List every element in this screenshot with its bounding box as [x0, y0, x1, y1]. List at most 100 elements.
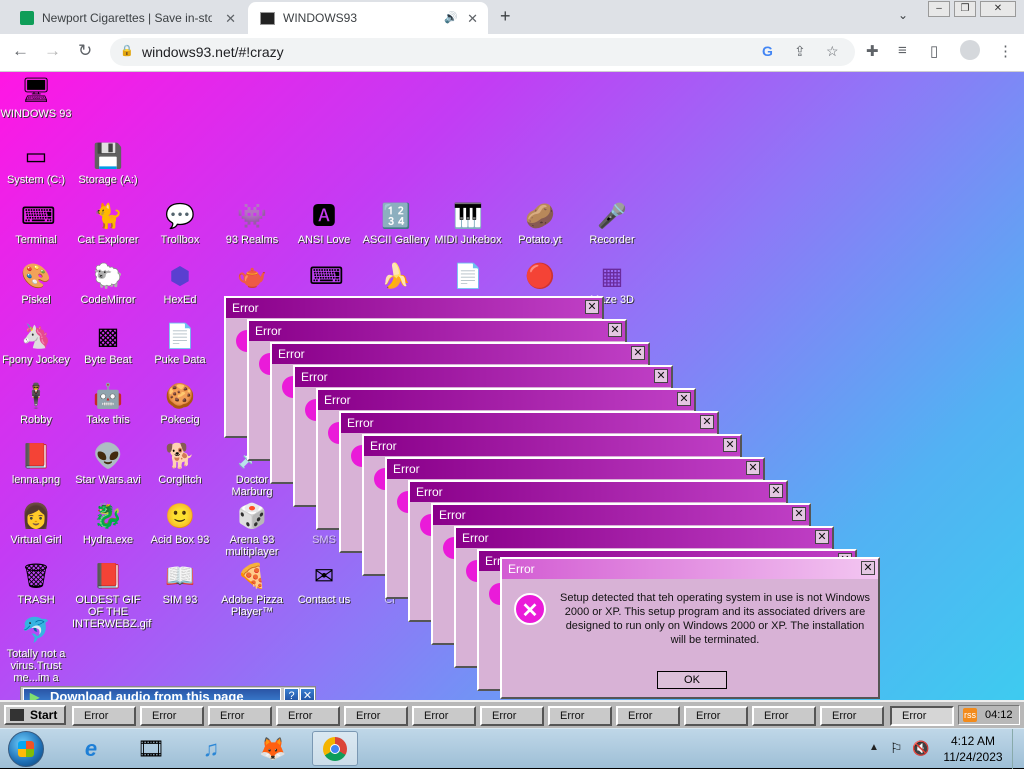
- speaker-icon[interactable]: 🔊: [444, 11, 458, 24]
- internet-explorer-icon[interactable]: e: [68, 731, 114, 766]
- desktop-icon-lenna[interactable]: 📕 lenna.png: [0, 442, 72, 486]
- desktop-icon-recorder[interactable]: 🎤 Recorder: [576, 202, 648, 246]
- error-titlebar[interactable]: Error✕: [341, 413, 717, 433]
- desktop-icon-piskel[interactable]: 🎨 Piskel: [0, 262, 72, 306]
- google-icon[interactable]: G: [762, 43, 773, 59]
- desktop-icon-robby[interactable]: 🕴 Robby: [0, 382, 72, 426]
- itunes-icon[interactable]: ♫: [188, 731, 234, 766]
- error-titlebar[interactable]: Error✕: [502, 559, 878, 579]
- extensions-icon[interactable]: ✚: [866, 42, 879, 60]
- desktop-icon-contact-us[interactable]: ✉ Contact us: [288, 562, 360, 606]
- bookmark-star-icon[interactable]: ☆: [826, 43, 839, 60]
- close-icon[interactable]: ✕: [815, 530, 829, 544]
- error-titlebar[interactable]: Error✕: [318, 390, 694, 410]
- error-titlebar[interactable]: Error✕: [410, 482, 786, 502]
- taskbar-error-button[interactable]: Error: [752, 706, 816, 726]
- desktop-icon-document[interactable]: 📄: [432, 262, 504, 294]
- taskbar-error-button[interactable]: Error: [276, 706, 340, 726]
- media-control-icon[interactable]: ≡: [898, 42, 907, 59]
- taskbar-error-button[interactable]: Error: [548, 706, 612, 726]
- close-window-button[interactable]: ✕: [980, 1, 1016, 17]
- desktop-icon-storage-a[interactable]: 💾 Storage (A:): [72, 142, 144, 186]
- close-icon[interactable]: ✕: [746, 461, 760, 475]
- desktop-icon-teapot[interactable]: 🫖: [216, 262, 288, 294]
- error-titlebar[interactable]: Error✕: [272, 344, 648, 364]
- desktop-icon-93-realms[interactable]: 👾 93 Realms: [216, 202, 288, 246]
- desktop-icon-system-c[interactable]: ▭ System (C:): [0, 142, 72, 186]
- tab-newport[interactable]: Newport Cigarettes | Save in-sto ✕: [8, 2, 246, 34]
- show-desktop-button[interactable]: [1012, 729, 1024, 769]
- taskbar-error-button[interactable]: Error: [480, 706, 544, 726]
- minimize-button[interactable]: –: [928, 1, 950, 17]
- desktop-icon-banana[interactable]: 🍌: [360, 262, 432, 294]
- close-icon[interactable]: ✕: [700, 415, 714, 429]
- desktop-icon-virtual-girl[interactable]: 👩 Virtual Girl: [0, 502, 72, 546]
- start-button[interactable]: Start: [4, 705, 66, 725]
- close-icon[interactable]: ✕: [861, 561, 875, 575]
- taskbar-error-button[interactable]: Error: [72, 706, 136, 726]
- desktop-icon-corglitch[interactable]: 🐕 Corglitch: [144, 442, 216, 486]
- desktop-icon-adobe-pizza[interactable]: 🍕 Adobe Pizza Player™: [216, 562, 288, 618]
- chrome-icon[interactable]: [312, 731, 358, 766]
- desktop-icon-keyboard[interactable]: ⌨: [288, 262, 360, 294]
- close-icon[interactable]: ✕: [723, 438, 737, 452]
- close-icon[interactable]: ✕: [792, 507, 806, 521]
- close-icon[interactable]: ✕: [585, 300, 599, 314]
- desktop-icon-oldest-gif[interactable]: 📕 OLDEST GIF OF THE INTERWEBZ.gif: [72, 562, 151, 630]
- close-icon[interactable]: ✕: [769, 484, 783, 498]
- desktop-icon-byte-beat[interactable]: ▩ Byte Beat: [72, 322, 144, 366]
- taskbar-error-button[interactable]: Error: [820, 706, 884, 726]
- desktop-icon-trollbox[interactable]: 💬 Trollbox: [144, 202, 216, 246]
- desktop-icon-cat-explorer[interactable]: 🐈 Cat Explorer: [72, 202, 144, 246]
- menu-kebab-icon[interactable]: ⋮: [998, 42, 1013, 60]
- side-panel-icon[interactable]: ▯: [930, 42, 938, 60]
- firefox-icon[interactable]: 🦊: [250, 731, 296, 766]
- desktop-icon-take-this[interactable]: 🤖 Take this: [72, 382, 144, 426]
- tab-close-icon[interactable]: ✕: [225, 11, 236, 27]
- taskbar-error-button[interactable]: Error: [208, 706, 272, 726]
- maximize-button[interactable]: ❐: [954, 1, 976, 17]
- desktop-icon-windows93[interactable]: 🖥 WINDOWS 93: [0, 76, 72, 120]
- show-hidden-icons-icon[interactable]: ▲: [869, 742, 879, 753]
- taskbar-error-button[interactable]: Error: [412, 706, 476, 726]
- desktop-icon-acid-box[interactable]: 🙂 Acid Box 93: [144, 502, 216, 546]
- forward-button[interactable]: →: [44, 41, 61, 61]
- desktop-icon-midi-jukebox[interactable]: 🎹 MIDI Jukebox: [432, 202, 504, 246]
- lock-icon[interactable]: 🔒: [120, 44, 134, 57]
- media-center-icon[interactable]: 🎞: [128, 731, 174, 766]
- taskbar-error-button[interactable]: Error: [140, 706, 204, 726]
- desktop-icon-trash[interactable]: 🗑 TRASH: [0, 562, 72, 606]
- taskbar-error-button-active[interactable]: Error: [890, 706, 954, 726]
- desktop-icon-totally-not-a-virus[interactable]: 🐬 Totally not a virus.Trust me...im a: [0, 616, 72, 684]
- tab-close-icon[interactable]: ✕: [467, 11, 478, 27]
- error-titlebar[interactable]: Error✕: [456, 528, 832, 548]
- reload-button[interactable]: ↻: [78, 41, 92, 61]
- windows-start-orb[interactable]: [8, 731, 44, 767]
- close-icon[interactable]: ✕: [608, 323, 622, 337]
- taskbar-error-button[interactable]: Error: [616, 706, 680, 726]
- close-icon[interactable]: ✕: [677, 392, 691, 406]
- taskbar-error-button[interactable]: Error: [344, 706, 408, 726]
- address-bar[interactable]: 🔒 windows93.net/#!crazy G ⇪ ☆: [110, 38, 855, 66]
- desktop-icon-pokecig[interactable]: 🍪 Pokecig: [144, 382, 216, 426]
- close-icon[interactable]: ✕: [654, 369, 668, 383]
- desktop-icon-fpony-jockey[interactable]: 🦄 Fpony Jockey: [0, 322, 72, 366]
- desktop-icon-codemirror[interactable]: 🐑 CodeMirror: [72, 262, 144, 306]
- share-icon[interactable]: ⇪: [794, 43, 806, 60]
- ok-button[interactable]: OK: [657, 671, 727, 689]
- desktop-icon-ansi-love[interactable]: 🅰 ANSI Love: [288, 202, 360, 246]
- error-titlebar[interactable]: Error✕: [295, 367, 671, 387]
- tab-search-icon[interactable]: ⌄: [898, 8, 908, 22]
- error-titlebar[interactable]: Error✕: [433, 505, 809, 525]
- error-titlebar[interactable]: Error✕: [364, 436, 740, 456]
- system-clock[interactable]: 4:12 AM 11/24/2023: [940, 733, 1006, 765]
- rss-icon[interactable]: rss: [963, 708, 977, 722]
- error-window-active[interactable]: Error ✕ ✕ Setup detected that teh operati…: [500, 557, 880, 699]
- close-icon[interactable]: ✕: [631, 346, 645, 360]
- desktop-icon-terminal[interactable]: ⌨ Terminal: [0, 202, 72, 246]
- volume-muted-icon[interactable]: 🔇: [912, 740, 929, 757]
- desktop-icon-arena93[interactable]: 🎲 Arena 93 multiplayer: [216, 502, 288, 558]
- tab-windows93[interactable]: WINDOWS93 🔊 ✕: [248, 2, 488, 34]
- desktop-icon-hydra[interactable]: 🐉 Hydra.exe: [72, 502, 144, 546]
- new-tab-button[interactable]: +: [500, 6, 511, 27]
